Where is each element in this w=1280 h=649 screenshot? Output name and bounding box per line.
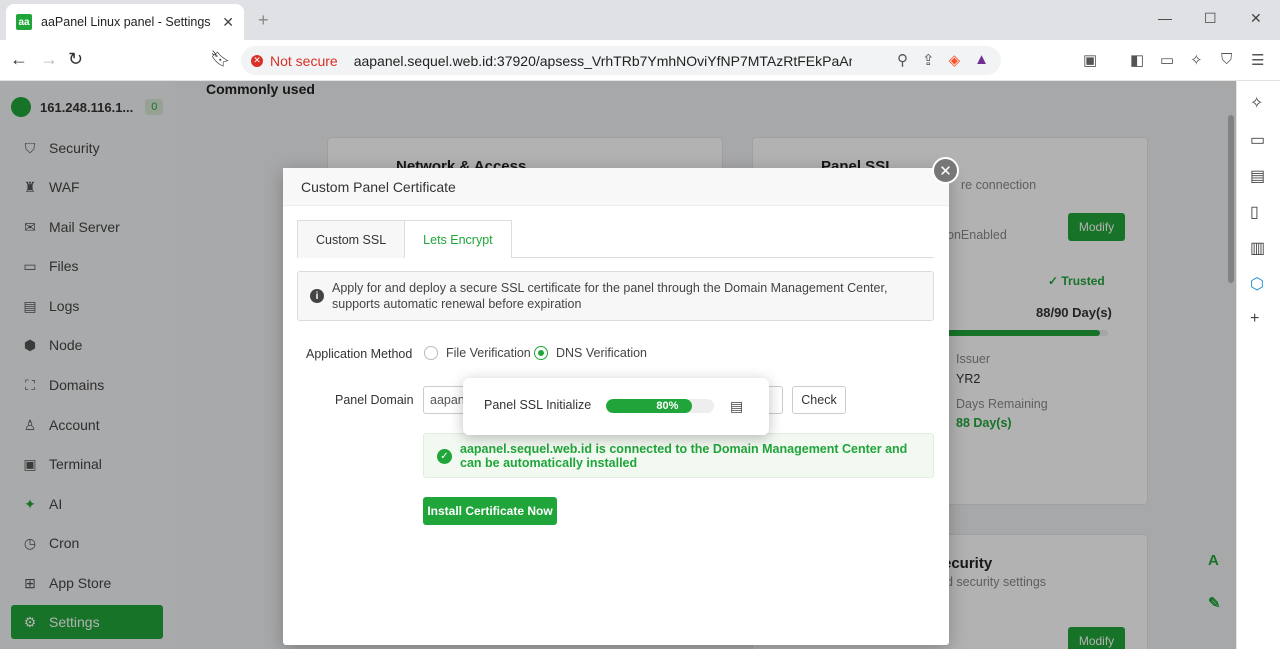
back-icon[interactable]: ← xyxy=(10,49,28,70)
progress-percent: 80% xyxy=(656,400,679,412)
application-method-label: Application Method xyxy=(306,347,413,361)
new-tab-icon[interactable]: + xyxy=(258,10,269,31)
tab-close-icon[interactable]: ✕ xyxy=(222,14,234,31)
brave-shield-icon[interactable]: ◈ xyxy=(949,51,961,69)
not-secure-label[interactable]: Not secure xyxy=(270,53,338,69)
install-certificate-button[interactable]: Install Certificate Now xyxy=(423,497,557,525)
radio-checked-icon xyxy=(534,346,548,360)
wallet-panel-icon[interactable]: ▤ xyxy=(1250,166,1265,186)
forward-icon[interactable]: → xyxy=(40,49,58,70)
dialog-title: Custom Panel Certificate xyxy=(283,168,949,206)
info-notice: i Apply for and deploy a secure SSL cert… xyxy=(297,271,934,321)
bookmarks-icon[interactable]: ▯ xyxy=(1250,202,1259,222)
window-close-icon[interactable]: ✕ xyxy=(1250,10,1262,27)
success-text: aapanel.sequel.web.id is connected to th… xyxy=(460,442,908,470)
check-button[interactable]: Check xyxy=(792,386,846,414)
vpn-icon[interactable]: ⛉ xyxy=(1221,51,1232,68)
radio-dns-verification[interactable]: DNS Verification xyxy=(534,346,647,360)
brave-rewards-icon[interactable]: ▲ xyxy=(974,51,989,69)
url-text[interactable]: aapanel.sequel.web.id:37920/apsess_VrhTR… xyxy=(354,53,852,69)
tab-title: aaPanel Linux panel - Settings xyxy=(41,15,211,29)
reader-mode-icon[interactable]: ▣ xyxy=(1083,51,1097,69)
address-bar[interactable]: ✕ Not secure aapanel.sequel.web.id:37920… xyxy=(241,46,1001,75)
browser-tab-bar: aa aaPanel Linux panel - Settings ✕ + — … xyxy=(0,0,1280,40)
maximize-icon[interactable]: ☐ xyxy=(1204,10,1217,27)
radio-file-verification[interactable]: File Verification xyxy=(424,346,531,360)
aapanel-favicon-icon: aa xyxy=(16,14,32,30)
tab-custom-ssl[interactable]: Custom SSL xyxy=(297,220,406,258)
success-notice: ✓ aapanel.sequel.web.id is connected to … xyxy=(423,433,934,478)
reading-list-icon[interactable]: ▥ xyxy=(1250,238,1265,258)
browser-side-panel: ✧ ▭ ▤ ▯ ▥ ⬡ + xyxy=(1236,81,1280,649)
radio-label: DNS Verification xyxy=(556,346,648,360)
info-icon: i xyxy=(310,289,324,303)
progress-bar: 80% xyxy=(606,399,714,413)
radio-unchecked-icon xyxy=(424,346,438,360)
browser-tab[interactable]: aa aaPanel Linux panel - Settings ✕ xyxy=(6,4,244,40)
bookmark-icon[interactable]: 🔖︎ xyxy=(210,49,230,69)
playlist-icon[interactable]: ▭ xyxy=(1250,130,1265,150)
browser-toolbar: ← → ↻ 🔖︎ ✕ Not secure aapanel.sequel.web… xyxy=(0,40,1280,81)
dialog-tabs: Custom SSL Lets Encrypt xyxy=(297,220,934,258)
minimize-icon[interactable]: — xyxy=(1158,10,1172,26)
progress-label: Panel SSL Initialize xyxy=(484,398,592,412)
tab-lets-encrypt[interactable]: Lets Encrypt xyxy=(405,220,512,258)
info-text: Apply for and deploy a secure SSL certif… xyxy=(332,281,888,311)
zoom-icon[interactable]: ⚲ xyxy=(897,51,908,69)
share-icon[interactable]: ⇪ xyxy=(922,51,935,69)
reload-icon[interactable]: ↻ xyxy=(68,49,83,70)
radio-label: File Verification xyxy=(446,346,531,360)
log-list-icon[interactable]: ▤ xyxy=(730,398,743,415)
leo-icon[interactable]: ✧ xyxy=(1250,93,1263,113)
add-panel-icon[interactable]: + xyxy=(1250,310,1259,328)
progress-popup: Panel SSL Initialize 80% ▤ xyxy=(463,378,769,435)
leo-ai-icon[interactable]: ✧ xyxy=(1190,51,1203,69)
extension-icon[interactable]: ⬡ xyxy=(1250,274,1264,294)
panel-domain-label: Panel Domain xyxy=(335,393,414,407)
progress-bar-fill: 80% xyxy=(606,399,693,413)
sidebar-toggle-icon[interactable]: ◧ xyxy=(1130,51,1144,69)
warning-icon: ✕ xyxy=(251,54,263,67)
menu-icon[interactable]: ☰ xyxy=(1251,51,1264,69)
check-circle-icon: ✓ xyxy=(437,449,452,464)
wallet-icon[interactable]: ▭ xyxy=(1160,51,1174,69)
dialog-close-icon[interactable]: ✕ xyxy=(932,157,959,184)
